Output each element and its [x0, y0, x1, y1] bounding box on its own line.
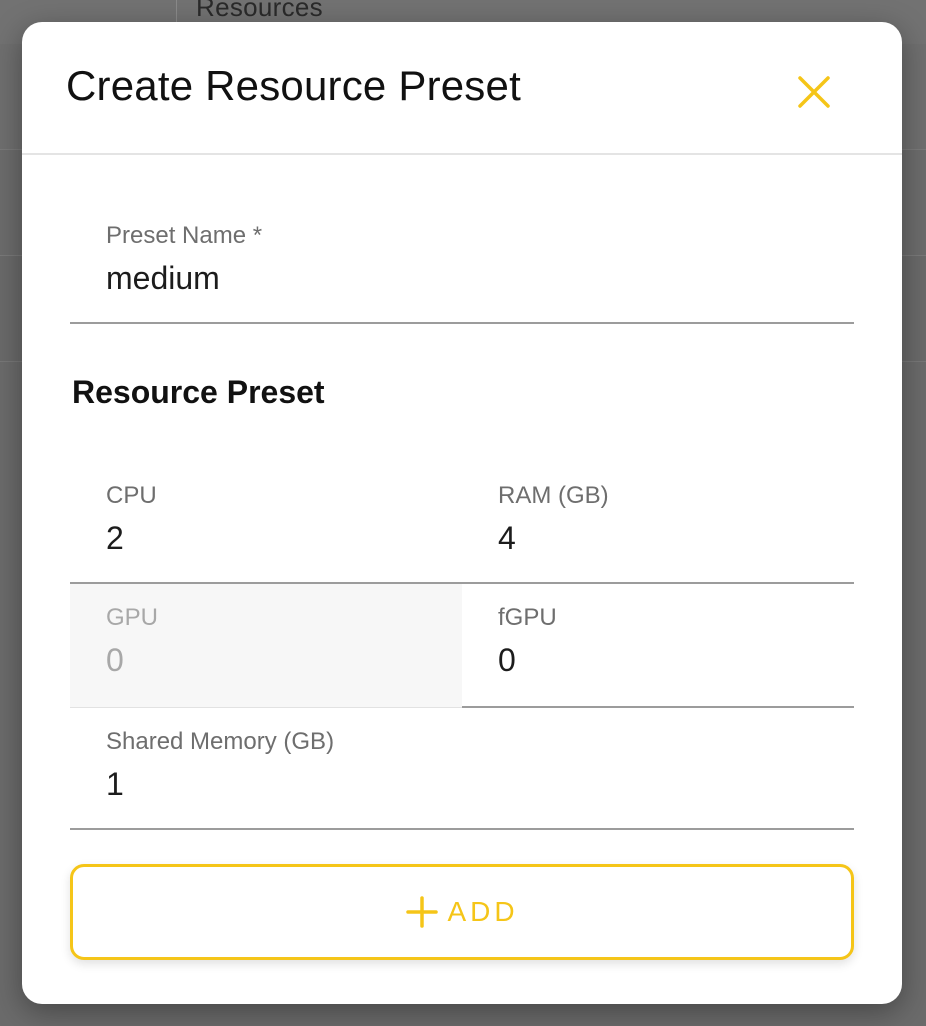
ram-field[interactable]: RAM (GB) 4 — [462, 466, 854, 584]
shared-memory-field[interactable]: Shared Memory (GB) 1 — [70, 708, 854, 830]
preset-name-label: Preset Name * — [106, 222, 263, 249]
ram-input[interactable]: 4 — [498, 520, 516, 557]
dialog-header: Create Resource Preset — [22, 22, 902, 155]
dialog-title: Create Resource Preset — [66, 62, 521, 109]
create-resource-preset-dialog: Create Resource Preset Preset Name * med… — [22, 22, 902, 1004]
gpu-input: 0 — [106, 642, 124, 678]
add-button-label: ADD — [447, 896, 519, 927]
gpu-label: GPU — [106, 604, 159, 631]
fgpu-input[interactable]: 0 — [498, 642, 516, 679]
preset-name-input[interactable]: medium — [106, 260, 220, 297]
close-icon — [798, 76, 830, 108]
cpu-label: CPU — [106, 482, 157, 509]
plus-icon — [405, 895, 439, 929]
fgpu-field[interactable]: fGPU 0 — [462, 584, 854, 708]
ram-label: RAM (GB) — [498, 482, 609, 509]
resource-preset-heading: Resource Preset — [72, 374, 325, 410]
close-button[interactable] — [788, 66, 840, 118]
fgpu-label: fGPU — [498, 604, 557, 631]
add-button[interactable]: ADD — [70, 864, 854, 960]
background-divider — [176, 0, 177, 22]
shared-memory-label: Shared Memory (GB) — [106, 728, 335, 755]
cpu-input[interactable]: 2 — [106, 520, 124, 557]
gpu-field: GPU 0 — [70, 584, 462, 708]
cpu-field[interactable]: CPU 2 — [70, 466, 462, 584]
background-page-title: Resources — [196, 0, 323, 22]
shared-memory-input[interactable]: 1 — [106, 766, 124, 803]
preset-name-field[interactable]: Preset Name * medium — [70, 208, 854, 324]
